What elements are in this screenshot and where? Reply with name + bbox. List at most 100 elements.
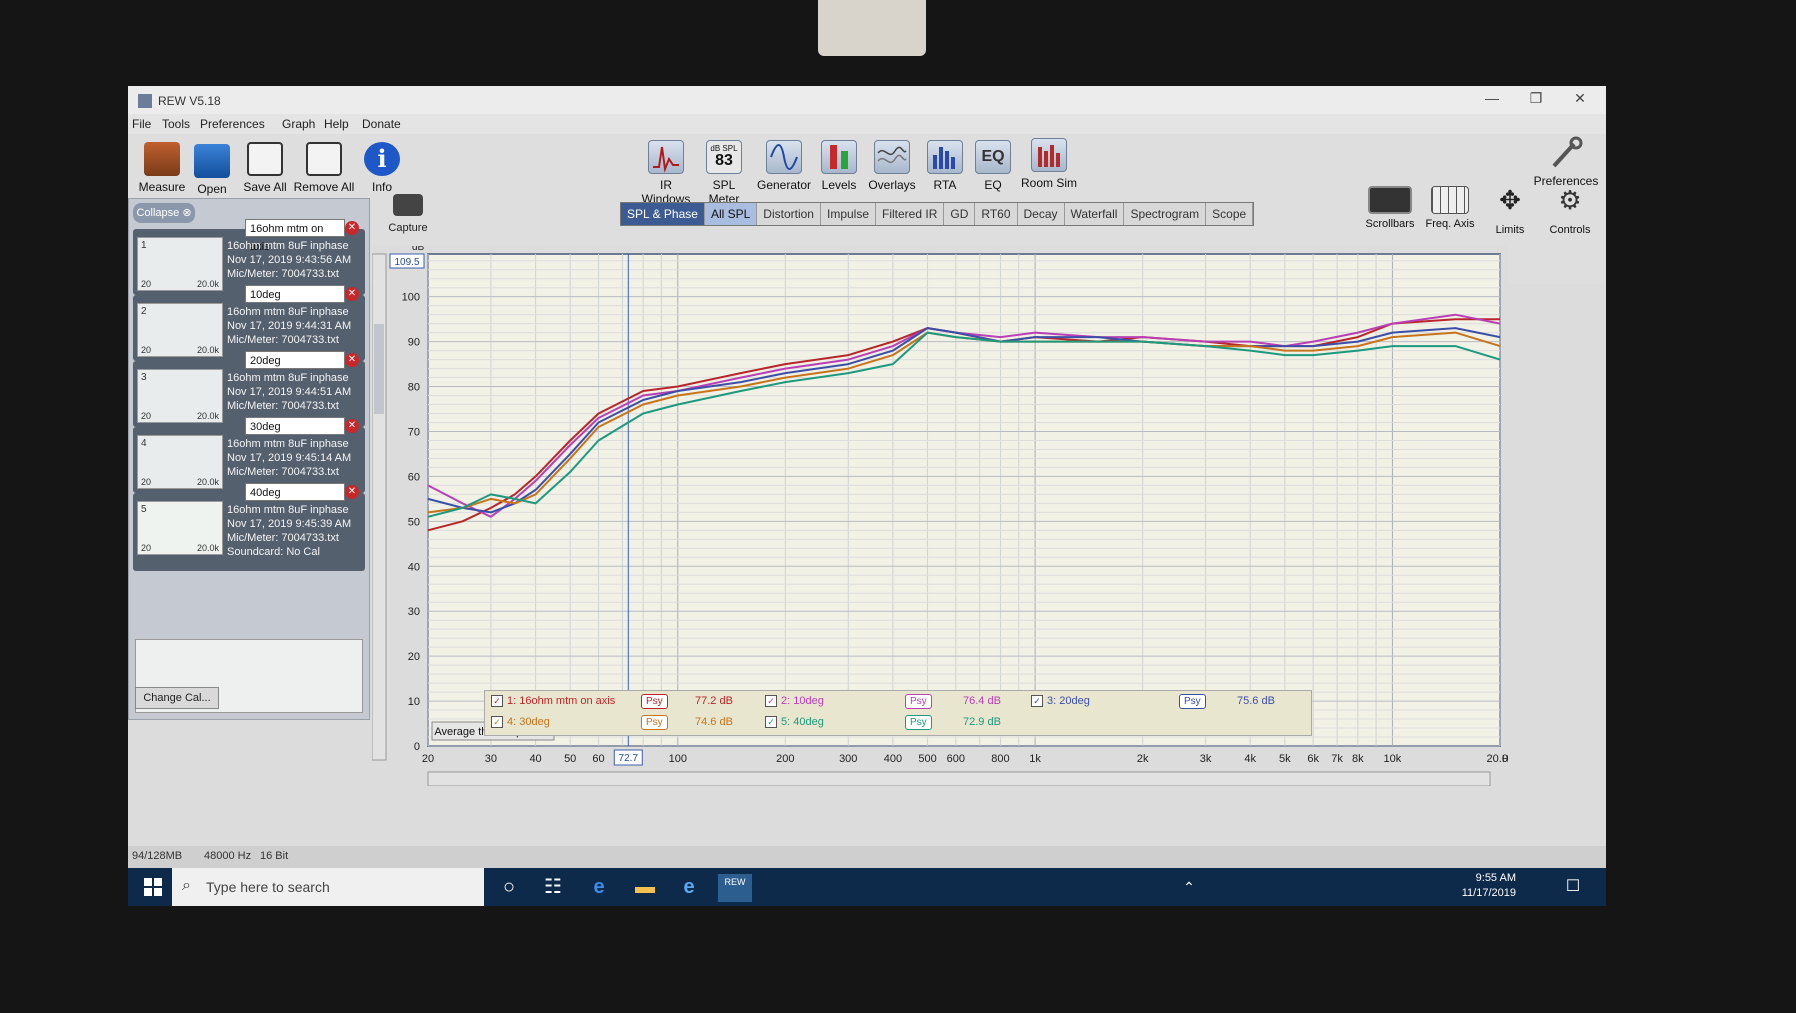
psy-button[interactable]: Psy: [641, 694, 668, 709]
tab-scope[interactable]: Scope: [1206, 203, 1254, 225]
menu-file[interactable]: File: [132, 117, 151, 131]
tab-all-spl[interactable]: All SPL: [704, 203, 758, 225]
tab-rt60[interactable]: RT60: [975, 203, 1018, 225]
menu-help[interactable]: Help: [324, 117, 349, 131]
menu-preferences[interactable]: Preferences: [200, 117, 265, 131]
checkbox-icon[interactable]: ✓: [491, 695, 503, 708]
generator-button[interactable]: Generator: [754, 140, 814, 192]
measurement-info: 16ohm mtm 8uF inphase Nov 17, 2019 9:45:…: [227, 503, 351, 559]
rew-taskbar-icon[interactable]: REW: [718, 874, 752, 902]
room-sim-button[interactable]: Room Sim: [1016, 138, 1082, 190]
task-view-icon[interactable]: ☷: [540, 874, 566, 900]
capture-label: Capture: [388, 222, 428, 234]
thumb-high: 20.0k: [196, 411, 219, 421]
measurement-name-input[interactable]: 10deg: [245, 285, 345, 303]
remove-all-button[interactable]: Remove All: [286, 142, 362, 194]
measurement-name-input[interactable]: 16ohm mtm on axis: [245, 219, 345, 253]
remove-measurement-icon[interactable]: ✕: [345, 221, 359, 235]
tab-spl-phase[interactable]: SPL & Phase: [621, 203, 705, 225]
rta-button[interactable]: RTA: [920, 140, 970, 192]
tab-filtered-ir[interactable]: Filtered IR: [876, 203, 945, 225]
legend-label: 5: 40deg: [781, 716, 824, 728]
levels-button[interactable]: Levels: [814, 140, 864, 192]
remove-measurement-icon[interactable]: ✕: [345, 287, 359, 301]
remove-measurement-icon[interactable]: ✕: [345, 485, 359, 499]
camera-icon: [393, 194, 423, 216]
vertical-scroll-thumb[interactable]: [374, 324, 384, 414]
cortana-icon[interactable]: ○: [496, 874, 522, 900]
legend: ✓ 1: 16ohm mtm on axis Psy 77.2 dB ✓ 2: 10…: [484, 690, 1312, 736]
overlays-label: Overlays: [868, 178, 916, 192]
legend-item[interactable]: ✓ 2: 10deg: [765, 695, 824, 708]
legend-item[interactable]: ✓ 4: 30deg: [491, 716, 550, 729]
remove-measurement-icon[interactable]: ✕: [345, 353, 359, 367]
menu-donate[interactable]: Donate: [362, 117, 401, 131]
spl-meter-button[interactable]: dB SPL 83 SPL Meter: [696, 140, 752, 206]
ir-windows-button[interactable]: IR Windows: [636, 140, 696, 206]
info-button[interactable]: i Info: [354, 142, 410, 194]
tab-decay[interactable]: Decay: [1017, 203, 1065, 225]
y-tick-label: 100: [402, 292, 420, 304]
measurement-date: Nov 17, 2019 9:44:31 AM: [227, 320, 352, 332]
menu-tools[interactable]: Tools: [162, 117, 190, 131]
legend-item[interactable]: ✓ 1: 16ohm mtm on axis: [491, 695, 615, 708]
measurement-name-input[interactable]: 30deg: [245, 417, 345, 435]
measurement-mic: Mic/Meter: 7004733.txt: [227, 268, 339, 280]
windows-start-icon[interactable]: [144, 878, 162, 896]
plot-area[interactable]: [427, 253, 1501, 747]
tab-spectrogram[interactable]: Spectrogram: [1124, 203, 1207, 225]
checkbox-icon[interactable]: ✓: [765, 695, 777, 708]
overlays-button[interactable]: Overlays: [864, 140, 920, 192]
tab-gd[interactable]: GD: [944, 203, 976, 225]
measurement-card[interactable]: 40deg ✕ 5 20 20.0k 16ohm mtm 8uF inphase…: [133, 483, 365, 571]
edge-icon[interactable]: e: [586, 874, 612, 900]
notifications-icon[interactable]: ☐: [1560, 874, 1586, 900]
eq-button[interactable]: EQ EQ: [970, 140, 1016, 192]
minimize-button[interactable]: —: [1472, 90, 1512, 110]
checkbox-icon[interactable]: ✓: [765, 716, 777, 729]
psy-button[interactable]: Psy: [905, 694, 932, 709]
internet-explorer-icon[interactable]: e: [676, 874, 702, 900]
measurement-name-input[interactable]: 20deg: [245, 351, 345, 369]
close-button[interactable]: ✕: [1560, 90, 1600, 110]
open-button[interactable]: Open: [184, 144, 240, 196]
controls-button[interactable]: ⚙ Controls: [1542, 186, 1598, 236]
limits-button[interactable]: ✥ Limits: [1482, 186, 1538, 236]
taskbar-search[interactable]: ⌕ Type here to search: [172, 868, 484, 906]
tab-waterfall[interactable]: Waterfall: [1064, 203, 1125, 225]
menu-graph[interactable]: Graph: [282, 117, 315, 131]
psy-button[interactable]: Psy: [1179, 694, 1206, 709]
remove-all-label: Remove All: [293, 180, 355, 194]
y-tick-label: 80: [408, 382, 420, 394]
measure-button[interactable]: Measure: [132, 142, 192, 194]
measurement-thumbnail: 2 20 20.0k: [137, 303, 223, 357]
checkbox-icon[interactable]: ✓: [491, 716, 503, 729]
tab-distortion[interactable]: Distortion: [757, 203, 821, 225]
psy-button[interactable]: Psy: [641, 715, 668, 730]
x-tick-label: 100: [669, 753, 687, 765]
thumb-high: 20.0k: [196, 279, 219, 289]
thumb-high: 20.0k: [196, 477, 219, 487]
legend-item[interactable]: ✓ 3: 20deg: [1031, 695, 1090, 708]
system-tray-icons[interactable]: ⌃ ☁ ▭ ⊕ ◁): [1176, 874, 1202, 906]
x-axis-unit: Hz: [1502, 754, 1508, 765]
clock[interactable]: 9:55 AM 11/17/2019: [1462, 871, 1516, 901]
change-cal-button[interactable]: Change Cal...: [135, 687, 219, 709]
psy-button[interactable]: Psy: [905, 715, 932, 730]
freq-axis-button[interactable]: Freq. Axis: [1420, 186, 1480, 230]
legend-item[interactable]: ✓ 5: 40deg: [765, 716, 824, 729]
collapse-button[interactable]: Collapse ⊗: [133, 203, 195, 223]
capture-button[interactable]: Capture: [380, 194, 436, 234]
preferences-button[interactable]: Preferences: [1528, 136, 1604, 188]
remove-measurement-icon[interactable]: ✕: [345, 419, 359, 433]
maximize-button[interactable]: ❐: [1516, 90, 1556, 110]
tab-impulse[interactable]: Impulse: [820, 203, 877, 225]
scrollbars-button[interactable]: Scrollbars: [1360, 186, 1420, 230]
measurement-date: Nov 17, 2019 9:45:14 AM: [227, 452, 352, 464]
measurement-desc: 16ohm mtm 8uF inphase: [227, 240, 349, 252]
file-explorer-icon[interactable]: ▬: [632, 874, 658, 900]
legend-db: 77.2 dB: [695, 695, 733, 707]
checkbox-icon[interactable]: ✓: [1031, 695, 1043, 708]
measurement-name-input[interactable]: 40deg: [245, 483, 345, 501]
horizontal-scrollbar[interactable]: [427, 771, 1491, 787]
